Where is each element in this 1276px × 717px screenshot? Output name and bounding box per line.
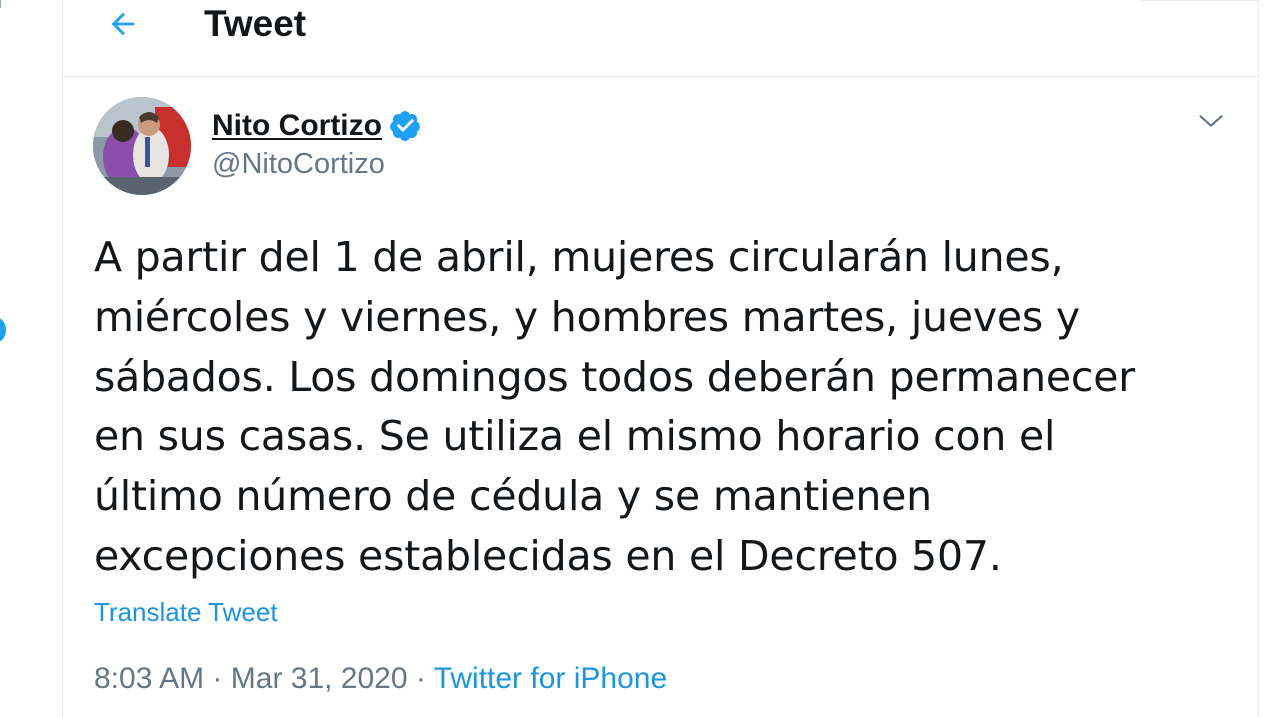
- avatar[interactable]: [93, 97, 191, 195]
- page-title: Tweet: [204, 3, 307, 44]
- twitter-page: Tweet Nito Cortizo @NitoCortizo A partir…: [0, 0, 1276, 717]
- tweet-metadata: 8:03 AM · Mar 31, 2020 · Twitter for iPh…: [94, 661, 667, 697]
- author-handle[interactable]: @NitoCortizo: [212, 146, 385, 182]
- tweet-menu-button[interactable]: [1197, 107, 1233, 137]
- tweet-source-link[interactable]: Twitter for iPhone: [434, 662, 667, 695]
- chevron-down-icon: [1199, 115, 1223, 127]
- meta-separator: ·: [415, 662, 426, 695]
- tweet-time[interactable]: 8:03 AM: [94, 662, 204, 695]
- page-header: Tweet: [63, 0, 1258, 77]
- left-rail-edge: [0, 0, 5, 8]
- author-name-row: Nito Cortizo: [212, 106, 422, 146]
- verified-badge-icon: [390, 111, 420, 141]
- back-button[interactable]: [103, 4, 143, 44]
- tweet-detail: Nito Cortizo @NitoCortizo A partir del 1…: [63, 77, 1258, 717]
- avatar-photo: [93, 97, 191, 195]
- left-rail-notification-dot[interactable]: [0, 318, 6, 342]
- tweet-date[interactable]: Mar 31, 2020: [231, 662, 408, 695]
- tweet-text: A partir del 1 de abril, mujeres circula…: [94, 233, 1135, 580]
- author-name[interactable]: Nito Cortizo: [212, 109, 382, 143]
- meta-separator: ·: [212, 662, 223, 695]
- translate-tweet-link[interactable]: Translate Tweet: [94, 595, 278, 629]
- arrow-left-icon: [111, 12, 135, 36]
- main-column: Tweet Nito Cortizo @NitoCortizo A partir…: [62, 0, 1259, 717]
